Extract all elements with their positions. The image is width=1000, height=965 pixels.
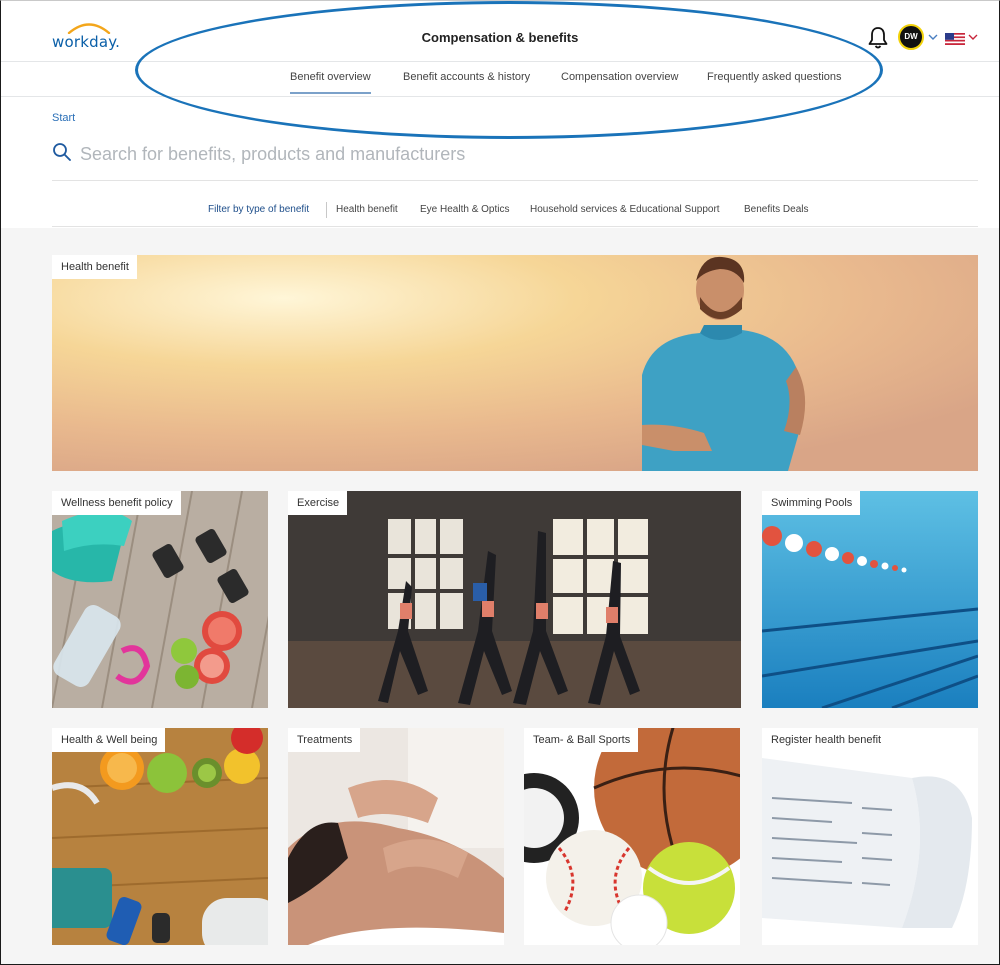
tab-frequently-asked-questions[interactable]: Frequently asked questions (707, 71, 842, 92)
runner-photo (52, 255, 978, 471)
avatar[interactable]: DW (898, 24, 924, 50)
swimming-pool-photo (762, 491, 978, 708)
filter-benefits-deals[interactable]: Benefits Deals (744, 204, 808, 215)
wellness-photo (52, 491, 268, 708)
filter-health-benefit[interactable]: Health benefit (336, 204, 398, 215)
tile-label: Swimming Pools (762, 491, 861, 515)
search-bar (52, 138, 978, 181)
tile-wellness-benefit-policy[interactable]: Wellness benefit policy (52, 491, 268, 708)
tile-label: Register health benefit (762, 728, 890, 752)
tab-benefit-overview[interactable]: Benefit overview (290, 71, 371, 94)
page-title: Compensation & benefits (421, 30, 579, 45)
receipt-photo (762, 728, 978, 945)
bell-icon[interactable] (867, 26, 889, 50)
benefit-filter-bar: Filter by type of benefit Health benefit… (52, 196, 978, 227)
tile-register-health-benefit[interactable]: Register health benefit (762, 728, 978, 945)
tile-exercise[interactable]: Exercise (288, 491, 741, 708)
tile-label: Team- & Ball Sports (524, 728, 639, 752)
breadcrumb[interactable]: Start (52, 112, 75, 124)
tile-label: Health benefit (52, 255, 137, 279)
tab-compensation-overview[interactable]: Compensation overview (561, 71, 678, 92)
chevron-down-icon[interactable] (968, 33, 978, 41)
tab-benefit-accounts-history[interactable]: Benefit accounts & history (403, 71, 530, 92)
tile-health-benefit[interactable]: Health benefit (52, 255, 978, 471)
tile-label: Treatments (288, 728, 361, 752)
massage-photo (288, 728, 504, 945)
tile-health-well-being[interactable]: Health & Well being (52, 728, 268, 945)
tile-treatments[interactable]: Treatments (288, 728, 504, 945)
filter-label: Filter by type of benefit (208, 204, 310, 215)
filter-divider (326, 202, 327, 218)
search-icon[interactable] (52, 142, 72, 162)
top-header: workday. Compensation & benefits DW (1, 1, 999, 62)
chevron-down-icon[interactable] (928, 33, 938, 41)
tile-swimming-pools[interactable]: Swimming Pools (762, 491, 978, 708)
ball-sports-photo (524, 728, 740, 945)
sub-navigation: Benefit overview Benefit accounts & hist… (1, 62, 999, 97)
filter-household-educational[interactable]: Household services & Educational Support (530, 204, 720, 215)
health-wellbeing-photo (52, 728, 268, 945)
filter-eye-health-optics[interactable]: Eye Health & Optics (420, 204, 509, 215)
tile-label: Exercise (288, 491, 348, 515)
tile-team-ball-sports[interactable]: Team- & Ball Sports (524, 728, 740, 945)
exercise-photo (288, 491, 741, 708)
search-input[interactable] (78, 140, 942, 168)
tile-label: Health & Well being (52, 728, 166, 752)
us-flag-icon[interactable] (945, 33, 965, 45)
tile-label: Wellness benefit policy (52, 491, 181, 515)
